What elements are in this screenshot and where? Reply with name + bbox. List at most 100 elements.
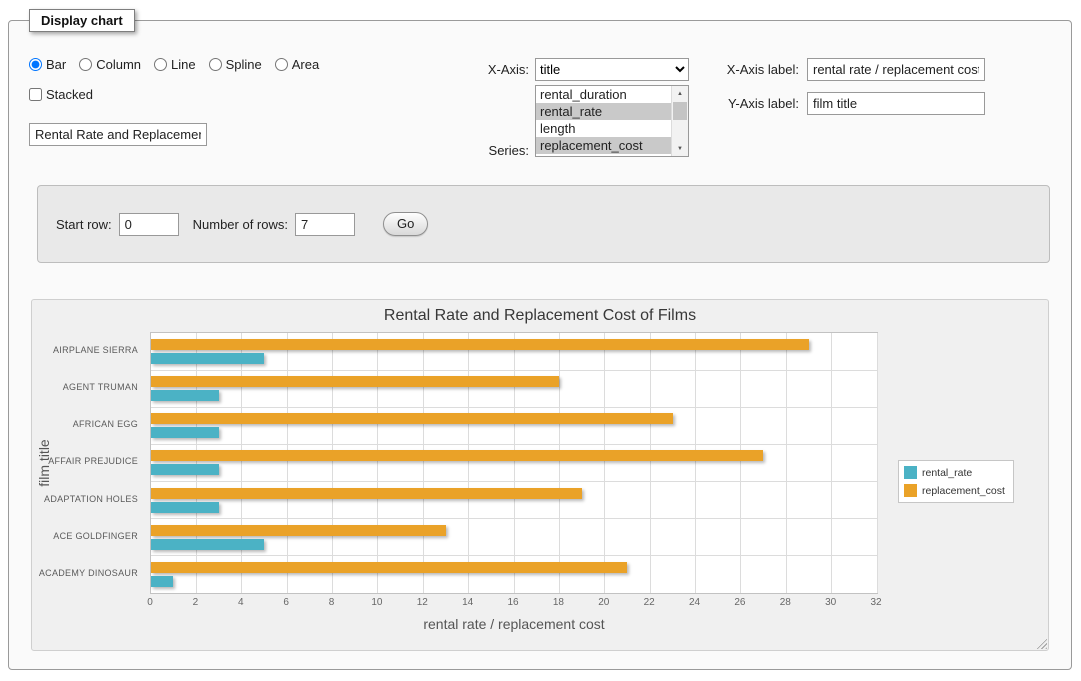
- bar-replacement_cost: [151, 525, 446, 536]
- x-tick-label: 8: [317, 597, 347, 608]
- go-button[interactable]: Go: [383, 212, 428, 236]
- x-axis-label-input[interactable]: [807, 58, 985, 81]
- x-axis-ticks: 02468101214161820222426283032: [150, 597, 878, 611]
- bar-rental_rate: [151, 390, 219, 401]
- bar-replacement_cost: [151, 376, 559, 387]
- chart-type-label-spline: Spline: [226, 57, 262, 72]
- gridline: [196, 333, 197, 593]
- chart-type-radio-spline[interactable]: [209, 58, 222, 71]
- x-tick-label: 32: [861, 597, 891, 608]
- x-tick-label: 2: [180, 597, 210, 608]
- chart-legend: rental_rate replacement_cost: [898, 460, 1014, 503]
- bar-replacement_cost: [151, 562, 627, 573]
- series-option-rental_duration[interactable]: rental_duration: [536, 86, 671, 103]
- x-tick-label: 24: [680, 597, 710, 608]
- gridline: [287, 333, 288, 593]
- bar-rental_rate: [151, 502, 219, 513]
- chart-type-label-bar: Bar: [46, 57, 66, 72]
- category-label: AFRICAN EGG: [32, 406, 144, 443]
- gridline: [650, 333, 651, 593]
- row-range-fieldset: Start row: Number of rows: Go: [37, 185, 1050, 263]
- chart-type-options: Bar Column Line Spline Area: [29, 57, 332, 72]
- x-tick-label: 16: [498, 597, 528, 608]
- bar-rental_rate: [151, 353, 264, 364]
- category-label: ADAPTATION HOLES: [32, 481, 144, 518]
- category-label: AIRPLANE SIERRA: [32, 332, 144, 369]
- x-axis-select-label: X-Axis:: [441, 62, 529, 77]
- series-option-replacement_cost[interactable]: replacement_cost: [536, 137, 671, 154]
- gridline: [151, 407, 877, 408]
- chart-type-radio-area[interactable]: [275, 58, 288, 71]
- stacked-label: Stacked: [46, 87, 93, 102]
- chart-panel: Rental Rate and Replacement Cost of Film…: [31, 299, 1049, 651]
- series-option-rental_rate[interactable]: rental_rate: [536, 103, 671, 120]
- gridline: [151, 370, 877, 371]
- gridline: [151, 444, 877, 445]
- bar-replacement_cost: [151, 339, 809, 350]
- series-option-length[interactable]: length: [536, 120, 671, 137]
- series-listbox[interactable]: rental_durationrental_ratelengthreplacem…: [535, 85, 689, 157]
- x-tick-label: 26: [725, 597, 755, 608]
- legend-item-rental_rate: rental_rate: [904, 466, 1005, 479]
- chart-type-option-area[interactable]: Area: [275, 57, 319, 72]
- category-label: AGENT TRUMAN: [32, 369, 144, 406]
- scroll-down-icon[interactable]: ▼: [672, 141, 688, 156]
- number-of-rows-input[interactable]: [295, 213, 355, 236]
- stacked-checkbox[interactable]: [29, 88, 42, 101]
- bar-rental_rate: [151, 539, 264, 550]
- x-tick-label: 4: [226, 597, 256, 608]
- bar-rental_rate: [151, 427, 219, 438]
- chart-type-radio-bar[interactable]: [29, 58, 42, 71]
- chart-type-radio-line[interactable]: [154, 58, 167, 71]
- gridline: [151, 555, 877, 556]
- gridline: [877, 333, 878, 593]
- chart-type-option-spline[interactable]: Spline: [209, 57, 262, 72]
- chart-type-option-line[interactable]: Line: [154, 57, 196, 72]
- x-tick-label: 18: [543, 597, 573, 608]
- gridline: [514, 333, 515, 593]
- x-tick-label: 6: [271, 597, 301, 608]
- stacked-option[interactable]: Stacked: [29, 87, 93, 102]
- gridline: [786, 333, 787, 593]
- bar-replacement_cost: [151, 413, 673, 424]
- display-chart-fieldset: Display chart Bar Column Line Spline Are…: [8, 20, 1072, 670]
- x-tick-label: 10: [362, 597, 392, 608]
- scroll-up-icon[interactable]: ▲: [672, 86, 688, 101]
- y-axis-categories: AIRPLANE SIERRAAGENT TRUMANAFRICAN EGGAF…: [32, 332, 144, 594]
- gridline: [740, 333, 741, 593]
- gridline: [423, 333, 424, 593]
- resize-handle-icon[interactable]: [1034, 636, 1047, 649]
- legend-label: replacement_cost: [922, 485, 1005, 497]
- x-axis-select[interactable]: title: [535, 58, 689, 81]
- chart-type-option-bar[interactable]: Bar: [29, 57, 66, 72]
- chart-title: Rental Rate and Replacement Cost of Film…: [32, 307, 1048, 325]
- chart-type-label-line: Line: [171, 57, 196, 72]
- legend-swatch: [904, 484, 917, 497]
- chart-type-option-column[interactable]: Column: [79, 57, 141, 72]
- x-axis-label-field-label: X-Axis label:: [697, 62, 799, 77]
- bar-replacement_cost: [151, 488, 582, 499]
- gridline: [241, 333, 242, 593]
- start-row-input[interactable]: [119, 213, 179, 236]
- scrollbar-thumb[interactable]: [673, 102, 687, 120]
- gridline: [831, 333, 832, 593]
- x-tick-label: 12: [407, 597, 437, 608]
- x-tick-label: 22: [634, 597, 664, 608]
- bar-rental_rate: [151, 576, 173, 587]
- category-label: ACADEMY DINOSAUR: [32, 555, 144, 592]
- gridline: [468, 333, 469, 593]
- chart-type-radio-column[interactable]: [79, 58, 92, 71]
- legend-swatch: [904, 466, 917, 479]
- category-label: AFFAIR PREJUDICE: [32, 443, 144, 480]
- x-tick-label: 0: [135, 597, 165, 608]
- chart-title-input[interactable]: [29, 123, 207, 146]
- y-axis-label-field-label: Y-Axis label:: [697, 96, 799, 111]
- bar-replacement_cost: [151, 450, 763, 461]
- legend-label: rental_rate: [922, 467, 972, 479]
- x-tick-label: 14: [453, 597, 483, 608]
- series-listbox-scrollbar[interactable]: ▲ ▼: [671, 86, 688, 156]
- gridline: [559, 333, 560, 593]
- y-axis-label-input[interactable]: [807, 92, 985, 115]
- series-listbox-items: rental_durationrental_ratelengthreplacem…: [536, 86, 671, 156]
- gridline: [151, 481, 877, 482]
